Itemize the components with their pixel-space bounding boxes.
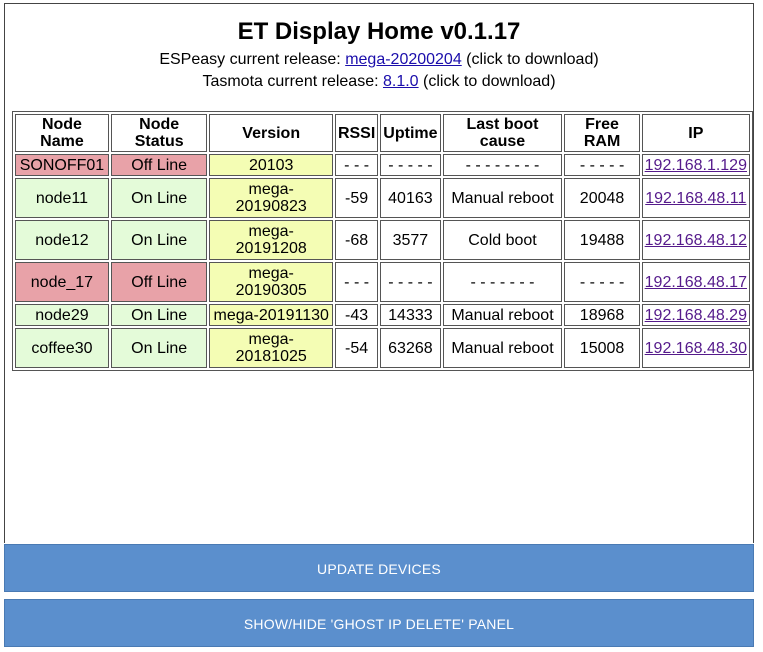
version-line1: mega- xyxy=(248,223,294,240)
table-row: node29 On Line mega-20191130 -43 14333 M… xyxy=(15,304,750,326)
node-name-cell: SONOFF01 xyxy=(15,154,109,176)
header-last-boot-cause: Last boot cause xyxy=(442,114,563,152)
espeasy-release-prefix: ESPeasy current release: xyxy=(159,51,346,68)
version-line2: 20190305 xyxy=(235,282,307,299)
uptime-cell: 14333 xyxy=(380,304,441,326)
table-row: node_17 Off Line mega- 20190305 - - - - … xyxy=(15,262,750,302)
header-free-ram-line1: Free xyxy=(585,116,619,133)
ip-link[interactable]: 192.168.48.30 xyxy=(645,340,747,357)
last-boot-cell: Manual reboot xyxy=(442,328,563,368)
ip-link[interactable]: 192.168.48.29 xyxy=(645,307,747,324)
header-node-status-line2: Status xyxy=(134,133,184,150)
last-boot-cell: Manual reboot xyxy=(442,304,563,326)
last-boot-cell: Cold boot xyxy=(442,220,563,260)
table-row: coffee30 On Line mega- 20181025 -54 6326… xyxy=(15,328,750,368)
header-node-status-line1: Node xyxy=(139,116,180,133)
uptime-cell: 63268 xyxy=(380,328,441,368)
rssi-cell: -54 xyxy=(334,328,379,368)
header-last-boot-line2: cause xyxy=(479,133,526,150)
ip-cell: 192.168.48.30 xyxy=(641,328,750,368)
ip-cell: 192.168.1.129 xyxy=(641,154,750,176)
version-cell: 20103 xyxy=(209,154,333,176)
ip-cell: 192.168.48.29 xyxy=(641,304,750,326)
update-devices-button[interactable]: UPDATE DEVICES xyxy=(4,544,754,592)
tasmota-release-line: Tasmota current release: 8.1.0 (click to… xyxy=(5,73,753,91)
free-ram-cell: 19488 xyxy=(564,220,640,260)
table-row: node11 On Line mega- 20190823 -59 40163 … xyxy=(15,178,750,218)
node-name-cell: node11 xyxy=(15,178,109,218)
free-ram-cell: 15008 xyxy=(564,328,640,368)
ghost-ip-panel-toggle-button[interactable]: SHOW/HIDE 'GHOST IP DELETE' PANEL xyxy=(4,599,754,647)
table-row: SONOFF01 Off Line 20103 - - - - - - - - … xyxy=(15,154,750,176)
header-node-name-line1: Node xyxy=(41,116,82,133)
header-last-boot-line1: Last boot xyxy=(466,116,539,133)
rssi-cell: -59 xyxy=(334,178,379,218)
version-cell: mega- 20191208 xyxy=(209,220,333,260)
node-status-cell: Off Line xyxy=(110,154,208,176)
espeasy-release-line: ESPeasy current release: mega-20200204 (… xyxy=(5,51,753,69)
node-name-cell: node_17 xyxy=(15,262,109,302)
header-node-name: Node Name xyxy=(15,114,109,152)
node-status-cell: On Line xyxy=(110,220,208,260)
espeasy-release-suffix: (click to download) xyxy=(461,51,599,68)
header-node-name-line2: Name xyxy=(40,133,84,150)
last-boot-cell: - - - - - - - xyxy=(442,262,563,302)
tasmota-download-link[interactable]: 8.1.0 xyxy=(383,73,419,90)
version-cell: mega-20191130 xyxy=(209,304,333,326)
nodes-table: Node Name Node Status Version RSSI Uptim… xyxy=(12,111,753,371)
last-boot-cell: - - - - - - - - xyxy=(442,154,563,176)
node-name-cell: node29 xyxy=(15,304,109,326)
header-version: Version xyxy=(209,114,333,152)
last-boot-cell: Manual reboot xyxy=(442,178,563,218)
free-ram-cell: 18968 xyxy=(564,304,640,326)
version-line2: 20181025 xyxy=(235,348,307,365)
header-ip: IP xyxy=(641,114,750,152)
rssi-cell: -68 xyxy=(334,220,379,260)
uptime-cell: 3577 xyxy=(380,220,441,260)
header-uptime: Uptime xyxy=(380,114,441,152)
uptime-cell: - - - - - xyxy=(380,262,441,302)
ip-cell: 192.168.48.11 xyxy=(641,178,750,218)
node-status-cell: Off Line xyxy=(110,262,208,302)
node-name-cell: coffee30 xyxy=(15,328,109,368)
ip-link[interactable]: 192.168.1.129 xyxy=(645,157,747,174)
ip-cell: 192.168.48.17 xyxy=(641,262,750,302)
version-line1: mega- xyxy=(248,181,294,198)
rssi-cell: - - - xyxy=(334,154,379,176)
ip-link[interactable]: 192.168.48.12 xyxy=(645,232,747,249)
main-panel: ET Display Home v0.1.17 ESPeasy current … xyxy=(4,3,754,543)
free-ram-cell: - - - - - xyxy=(564,262,640,302)
uptime-cell: 40163 xyxy=(380,178,441,218)
node-name-cell: node12 xyxy=(15,220,109,260)
version-line2: 20190823 xyxy=(235,198,307,215)
header-rssi: RSSI xyxy=(334,114,379,152)
page-title: ET Display Home v0.1.17 xyxy=(237,18,521,45)
ip-link[interactable]: 192.168.48.17 xyxy=(645,274,747,291)
ip-cell: 192.168.48.12 xyxy=(641,220,750,260)
version-cell: mega- 20190305 xyxy=(209,262,333,302)
free-ram-cell: - - - - - xyxy=(564,154,640,176)
espeasy-download-link[interactable]: mega-20200204 xyxy=(345,51,462,68)
tasmota-release-prefix: Tasmota current release: xyxy=(202,73,383,90)
node-status-cell: On Line xyxy=(110,178,208,218)
uptime-cell: - - - - - xyxy=(380,154,441,176)
rssi-cell: - - - xyxy=(334,262,379,302)
node-status-cell: On Line xyxy=(110,328,208,368)
table-header-row: Node Name Node Status Version RSSI Uptim… xyxy=(15,114,750,152)
free-ram-cell: 20048 xyxy=(564,178,640,218)
header-node-status: Node Status xyxy=(110,114,208,152)
header-free-ram: Free RAM xyxy=(564,114,640,152)
version-cell: mega- 20190823 xyxy=(209,178,333,218)
version-cell: mega- 20181025 xyxy=(209,328,333,368)
tasmota-release-suffix: (click to download) xyxy=(418,73,556,90)
ip-link[interactable]: 192.168.48.11 xyxy=(645,190,746,207)
table-row: node12 On Line mega- 20191208 -68 3577 C… xyxy=(15,220,750,260)
version-line1: mega- xyxy=(248,331,294,348)
node-status-cell: On Line xyxy=(110,304,208,326)
version-line2: 20191208 xyxy=(235,240,307,257)
version-line1: mega- xyxy=(248,265,294,282)
rssi-cell: -43 xyxy=(334,304,379,326)
header-free-ram-line2: RAM xyxy=(583,133,621,150)
